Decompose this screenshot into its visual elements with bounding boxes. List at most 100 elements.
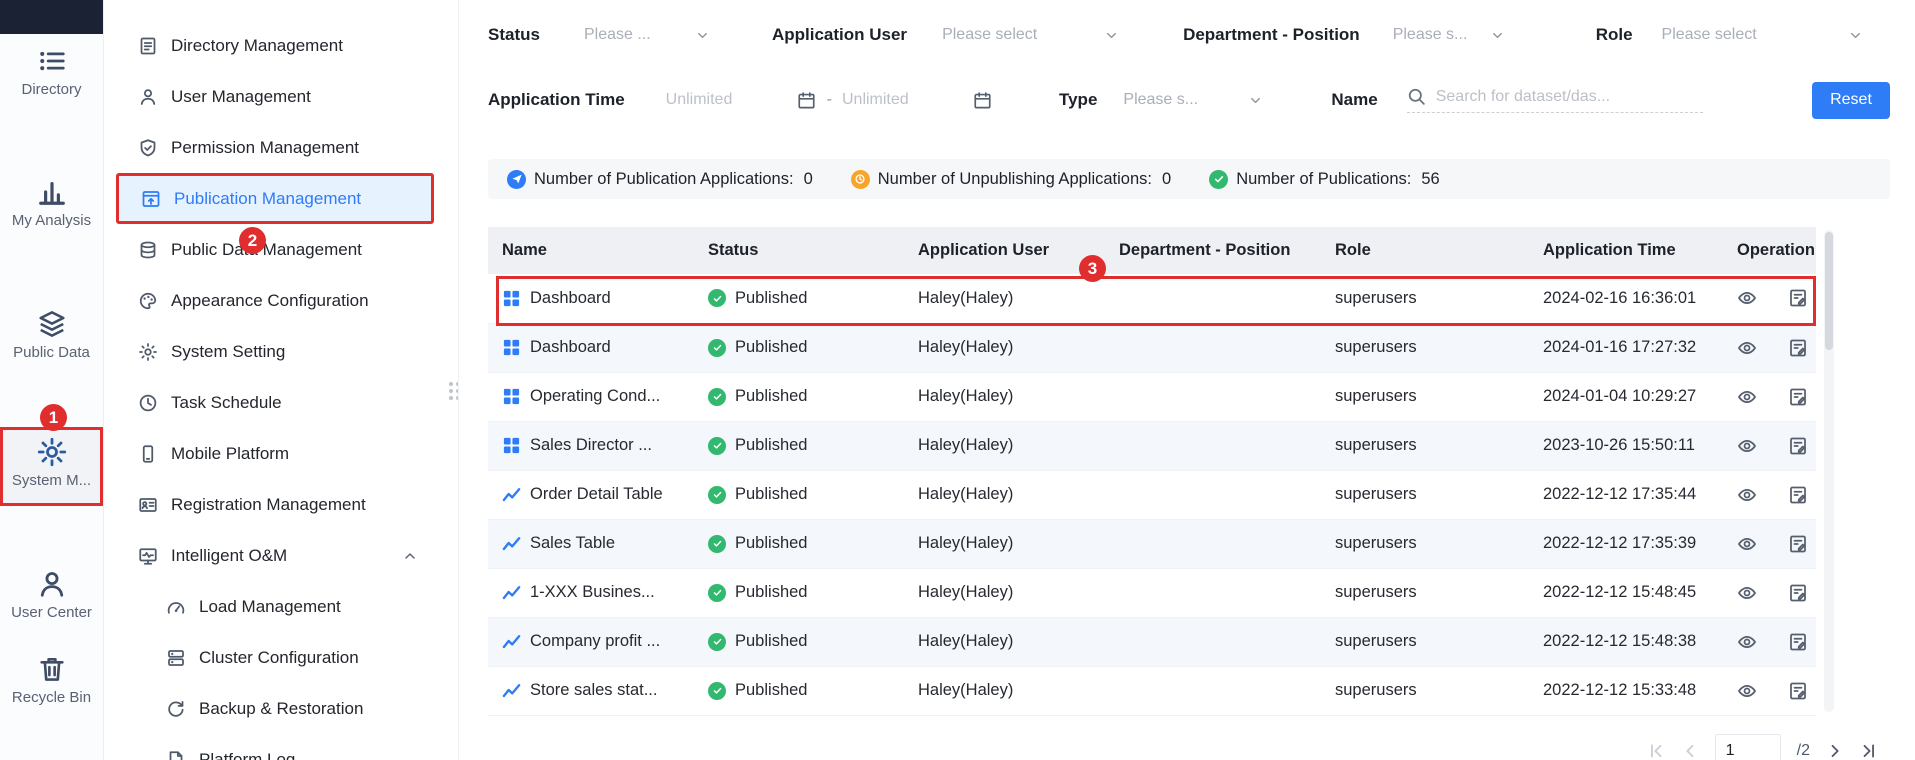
menu-item[interactable]: Public Data Management <box>116 224 434 275</box>
table-row[interactable]: 1-XXX Busines... Published Haley(Haley) <box>488 568 1816 618</box>
publication-record-button[interactable] <box>1788 288 1808 308</box>
menu-item[interactable]: System Setting <box>116 326 434 377</box>
publication-record-button[interactable] <box>1788 436 1808 456</box>
view-record-button[interactable] <box>1737 583 1757 603</box>
item-name[interactable]: Dashboard <box>530 289 611 308</box>
status-cell: Published <box>694 617 904 667</box>
menu-item[interactable]: User Management <box>116 71 434 122</box>
app-root: Directory My Analysis Public Data System… <box>0 0 1915 760</box>
table-scrollbar[interactable] <box>1824 230 1834 712</box>
view-record-button[interactable] <box>1737 288 1757 308</box>
view-record-button[interactable] <box>1737 534 1757 554</box>
table-row[interactable]: Operating Cond... Published Haley(Haley) <box>488 372 1816 422</box>
item-name[interactable]: Dashboard <box>530 338 611 357</box>
operation-cell <box>1723 470 1816 520</box>
application-user-cell: Haley(Haley) <box>904 274 1105 324</box>
menu-item-label: Task Schedule <box>171 392 282 412</box>
column-header[interactable]: Status <box>694 227 904 274</box>
view-record-button[interactable] <box>1737 387 1757 407</box>
item-name[interactable]: Order Detail Table <box>530 485 663 504</box>
table-row[interactable]: Sales Table Published Haley(Haley) super… <box>488 519 1816 569</box>
menu-item[interactable]: Appearance Configuration <box>116 275 434 326</box>
panel-resize-handle[interactable] <box>449 382 458 400</box>
menu-item[interactable]: Load Management <box>116 581 434 632</box>
prev-page-button[interactable] <box>1681 742 1699 760</box>
application-time-from-picker[interactable]: Unlimited <box>666 91 816 110</box>
item-name[interactable]: 1-XXX Busines... <box>530 583 655 602</box>
view-record-button[interactable] <box>1737 681 1757 701</box>
rail-item[interactable]: Recycle Bin <box>0 644 103 716</box>
menu-item[interactable]: Task Schedule <box>116 377 434 428</box>
reset-button[interactable]: Reset <box>1812 81 1890 119</box>
page-input[interactable] <box>1714 733 1781 760</box>
column-header[interactable]: Application User <box>904 227 1105 274</box>
department-position-filter-select[interactable]: Please s... <box>1393 26 1505 44</box>
item-name[interactable]: Store sales stat... <box>530 681 657 700</box>
status-filter-select[interactable]: Please ... <box>584 26 710 44</box>
publication-record-button[interactable] <box>1788 632 1808 652</box>
type-filter-select[interactable]: Please s... <box>1123 91 1263 109</box>
rail-item[interactable]: Directory <box>0 36 103 108</box>
item-name[interactable]: Sales Table <box>530 534 615 553</box>
filter-row-1: Status Please ... Application User Pleas… <box>488 14 1890 56</box>
column-header[interactable]: Application Time <box>1529 227 1723 274</box>
rail-item[interactable]: User Center <box>0 559 103 631</box>
name-search-input[interactable]: Search for dataset/das... <box>1406 87 1703 113</box>
publication-record-button[interactable] <box>1788 583 1808 603</box>
publication-record-button[interactable] <box>1788 338 1808 358</box>
last-page-button[interactable] <box>1860 742 1878 760</box>
table-row[interactable]: Company profit ... Published Haley(Haley… <box>488 617 1816 667</box>
scrollbar-thumb[interactable] <box>1825 232 1833 350</box>
column-header[interactable]: Role <box>1321 227 1529 274</box>
publication-record-button[interactable] <box>1788 485 1808 505</box>
view-icon <box>1737 485 1757 505</box>
application-time-filter-label: Application Time <box>488 90 625 109</box>
menu-item[interactable]: Directory Management <box>116 20 434 71</box>
check-icon <box>1209 169 1229 189</box>
table-row[interactable]: Dashboard Published Haley(Haley) superus… <box>488 274 1816 324</box>
application-user-filter-select[interactable]: Please select <box>942 26 1119 44</box>
page-next-icon <box>1826 742 1844 760</box>
first-page-button[interactable] <box>1647 742 1665 760</box>
role-cell: superusers <box>1321 519 1529 569</box>
item-name[interactable]: Company profit ... <box>530 632 660 651</box>
menu-item[interactable]: Backup & Restoration <box>116 683 434 734</box>
rail-item[interactable]: System M... <box>0 427 103 506</box>
view-record-button[interactable] <box>1737 436 1757 456</box>
table-row[interactable]: Order Detail Table Published Haley(Haley… <box>488 470 1816 520</box>
application-time-to-picker[interactable]: Unlimited <box>842 91 992 110</box>
chevron-up-icon[interactable] <box>402 548 418 564</box>
menu-item[interactable]: Permission Management <box>116 122 434 173</box>
role-filter-select[interactable]: Please select <box>1662 26 1863 44</box>
item-name[interactable]: Sales Director ... <box>530 436 652 455</box>
menu-item[interactable]: Mobile Platform <box>116 428 434 479</box>
menu-item[interactable]: Platform Log <box>116 734 434 760</box>
column-header[interactable]: Name <box>488 227 694 274</box>
menu-item-label: Registration Management <box>171 494 366 514</box>
item-name[interactable]: Operating Cond... <box>530 387 660 406</box>
publication-record-button[interactable] <box>1788 681 1808 701</box>
table-header-row: Name Status Application User Department - P… <box>488 227 1816 274</box>
application-time-cell: 2024-01-04 10:29:27 <box>1529 372 1723 422</box>
view-record-button[interactable] <box>1737 632 1757 652</box>
view-record-button[interactable] <box>1737 485 1757 505</box>
column-header[interactable]: Department - Position <box>1105 227 1321 274</box>
menu-item[interactable]: Cluster Configuration <box>116 632 434 683</box>
rail-item[interactable]: Public Data <box>0 299 103 371</box>
column-header[interactable]: Operation <box>1723 227 1816 274</box>
rail-item[interactable]: My Analysis <box>0 167 103 239</box>
user-center-icon <box>37 569 67 599</box>
table-row[interactable]: Sales Director ... Published Haley(Haley… <box>488 421 1816 471</box>
menu-item[interactable]: Publication Management <box>116 173 434 224</box>
menu-item[interactable]: Registration Management <box>116 479 434 530</box>
published-check-icon <box>708 387 726 406</box>
name-cell: Sales Table <box>488 519 694 569</box>
table-row[interactable]: Dashboard Published Haley(Haley) superus… <box>488 323 1816 373</box>
menu-item[interactable]: Intelligent O&M <box>116 530 434 581</box>
publication-record-button[interactable] <box>1788 534 1808 554</box>
table-row[interactable]: Store sales stat... Published Haley(Hale… <box>488 666 1816 716</box>
publication-record-button[interactable] <box>1788 387 1808 407</box>
next-page-button[interactable] <box>1826 742 1844 760</box>
view-record-button[interactable] <box>1737 338 1757 358</box>
search-icon <box>1407 87 1426 106</box>
